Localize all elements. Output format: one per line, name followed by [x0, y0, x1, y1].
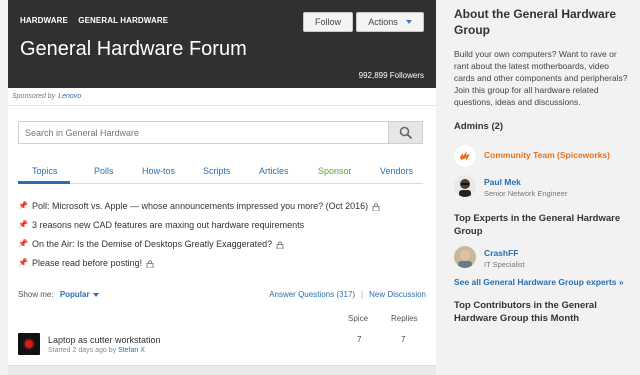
sponsor-prefix: Sponsored by	[12, 93, 56, 100]
tab-how-tos[interactable]: How-tos	[142, 166, 175, 176]
new-discussion-link[interactable]: New Discussion	[369, 290, 426, 299]
list-item[interactable]: Laptop as cutter workstation Started 2 d…	[18, 332, 428, 360]
pinned-topic[interactable]: 📌 3 reasons new CAD features are maxing …	[18, 215, 428, 234]
topic-title[interactable]: Laptop as cutter workstation	[48, 335, 161, 345]
search-bar	[18, 121, 423, 144]
next-row-partial	[8, 365, 436, 375]
filter-value: Popular	[59, 290, 90, 299]
active-tab-indicator	[18, 181, 70, 184]
sponsor-line: Sponsored by Lenovo	[8, 88, 436, 106]
answer-questions-label: Answer Questions	[269, 290, 335, 299]
column-spice: Spice	[348, 314, 369, 323]
admins-title: Admins (2)	[454, 121, 504, 132]
show-me-label: Show me:	[18, 290, 54, 299]
separator: |	[361, 290, 364, 299]
sidebar: About the General Hardware Group Build y…	[444, 0, 640, 375]
answer-questions-link[interactable]: Answer Questions (317)	[269, 290, 355, 299]
filter-dropdown[interactable]: Popular	[60, 290, 99, 299]
topic-started: Started 2 days ago by	[48, 347, 117, 354]
pin-icon: 📌	[18, 239, 28, 248]
actions-button-label: Actions	[368, 17, 398, 27]
about-title: About the General Hardware Group	[454, 7, 617, 37]
tab-articles[interactable]: Articles	[259, 166, 289, 176]
followers-count: 992,899 Followers	[358, 71, 424, 80]
pinned-topic[interactable]: 📌 Poll: Microsoft vs. Apple — whose anno…	[18, 196, 428, 215]
contributors-title: Top Contributors in the General Hardware…	[454, 300, 597, 324]
lock-icon	[372, 202, 380, 211]
pin-icon: 📌	[18, 201, 28, 210]
topic-spice: 7	[357, 335, 362, 344]
pin-icon: 📌	[18, 220, 28, 229]
experts-title: Top Experts in the General Hardware Grou…	[454, 213, 621, 237]
pinned-topic[interactable]: 📌 Please read before posting!	[18, 253, 428, 272]
list-actions: Answer Questions (317) | New Discussion	[269, 290, 426, 299]
tab-vendors[interactable]: Vendors	[380, 166, 413, 176]
forum-tabs: Topics Polls How-tos Scripts Articles Sp…	[18, 158, 423, 184]
actions-button[interactable]: Actions	[356, 12, 424, 32]
breadcrumb-general-hardware[interactable]: GENERAL HARDWARE	[78, 16, 168, 25]
answer-questions-count: (317)	[336, 290, 356, 299]
pinned-topic[interactable]: 📌 On the Air: Is the Demise of Desktops …	[18, 234, 428, 253]
tab-polls[interactable]: Polls	[94, 166, 114, 176]
search-icon	[399, 126, 412, 139]
breadcrumb: HARDWARE GENERAL HARDWARE	[20, 16, 168, 25]
lock-icon	[146, 259, 154, 268]
tab-topics[interactable]: Topics	[32, 166, 58, 176]
expert-item[interactable]: CrashFF IT Specialist	[454, 246, 632, 269]
search-input[interactable]	[19, 122, 389, 143]
see-all-experts-link[interactable]: See all General Hardware Group experts »	[454, 277, 632, 287]
chevron-down-icon	[405, 20, 412, 24]
pin-icon: 📌	[18, 258, 28, 267]
follow-button[interactable]: Follow	[303, 12, 353, 32]
admin-item[interactable]: Paul Mek Senior Network Engineer	[454, 175, 632, 198]
pinned-topic-title[interactable]: On the Air: Is the Demise of Desktops Gr…	[32, 239, 272, 249]
breadcrumb-hardware[interactable]: HARDWARE	[20, 16, 68, 25]
admin-name[interactable]: Paul Mek	[484, 177, 567, 187]
topic-author-link[interactable]: Stefan X	[118, 347, 145, 354]
pinned-topics: 📌 Poll: Microsoft vs. Apple — whose anno…	[18, 196, 428, 272]
page-title: General Hardware Forum	[20, 38, 247, 60]
column-replies: Replies	[391, 314, 418, 323]
avatar	[18, 333, 40, 355]
spiceworks-logo-icon	[454, 145, 476, 167]
admin-name[interactable]: Community Team (Spiceworks)	[484, 150, 610, 160]
tab-scripts[interactable]: Scripts	[203, 166, 231, 176]
show-me-filter: Show me: Popular	[18, 290, 99, 299]
forum-main: HARDWARE GENERAL HARDWARE General Hardwa…	[8, 0, 436, 375]
pinned-topic-title[interactable]: 3 reasons new CAD features are maxing ou…	[32, 220, 304, 230]
expert-role: IT Specialist	[484, 260, 525, 269]
hal-eye-icon	[25, 340, 33, 348]
lock-icon	[276, 240, 284, 249]
admin-role: Senior Network Engineer	[484, 189, 568, 198]
sponsor-link[interactable]: Lenovo	[58, 93, 81, 100]
topic-meta: Started 2 days ago by Stefan X	[48, 347, 145, 354]
topic-replies: 7	[401, 335, 406, 344]
avatar	[454, 246, 476, 268]
search-button[interactable]	[388, 122, 422, 143]
forum-header: HARDWARE GENERAL HARDWARE General Hardwa…	[8, 0, 436, 88]
tab-sponsor[interactable]: Sponsor	[318, 166, 352, 176]
chevron-down-icon	[92, 293, 99, 297]
follow-button-label: Follow	[314, 17, 341, 27]
avatar	[454, 175, 476, 197]
about-text: Build your own computers? Want to rave o…	[454, 49, 628, 107]
admin-item[interactable]: Community Team (Spiceworks)	[454, 145, 632, 167]
pinned-topic-title[interactable]: Please read before posting!	[32, 258, 142, 268]
expert-name[interactable]: CrashFF	[484, 248, 525, 258]
pinned-topic-title[interactable]: Poll: Microsoft vs. Apple — whose announ…	[32, 201, 368, 211]
